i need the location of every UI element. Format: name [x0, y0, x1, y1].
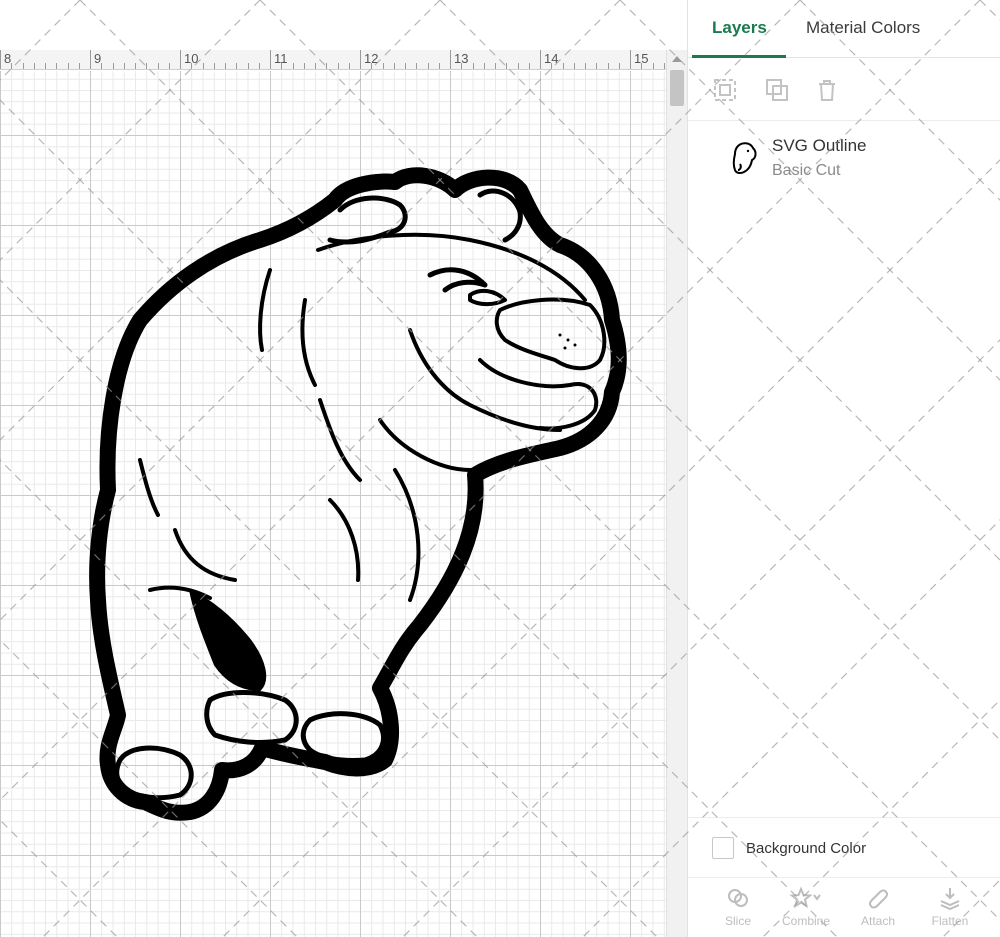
vertical-scrollbar[interactable]	[666, 50, 687, 937]
scroll-thumb[interactable]	[670, 70, 684, 106]
bulldog-artwork[interactable]	[0, 0, 687, 937]
background-color-label: Background Color	[746, 840, 867, 857]
artwork-fold	[318, 398, 362, 482]
layer-toolbar	[688, 59, 1000, 121]
artwork-paw	[300, 711, 386, 763]
artwork-spot	[566, 338, 570, 342]
artwork-brow	[427, 267, 488, 293]
artwork-ear	[477, 188, 523, 243]
flatten-icon	[940, 888, 960, 910]
combine-button[interactable]: Combine	[776, 886, 836, 936]
bottom-action-bar: Slice Combine Attach Flatten	[688, 877, 1000, 937]
artwork-fold	[138, 458, 160, 517]
attach-button[interactable]: Attach	[848, 886, 908, 936]
artwork-muzzle	[494, 297, 607, 371]
canvas-area[interactable]: 8 9 10 11 12 13 14 15	[0, 0, 687, 937]
scroll-up-arrow-icon[interactable]	[672, 56, 682, 62]
tab-layers[interactable]: Layers	[712, 18, 767, 38]
artwork-paw	[114, 745, 194, 801]
background-color-checkbox[interactable]	[712, 837, 734, 859]
layer-item[interactable]: SVG Outline Basic Cut	[688, 122, 1000, 192]
active-tab-indicator	[692, 55, 786, 58]
panel-tabs: Layers Material Colors	[688, 0, 1000, 58]
layers-panel: Layers Material Colors SVG Outline Basic…	[687, 0, 1000, 937]
attach-icon	[868, 889, 889, 909]
slice-button[interactable]: Slice	[708, 886, 768, 936]
artwork-spot	[563, 346, 567, 350]
duplicate-icon[interactable]	[764, 77, 790, 103]
artwork-shadow	[189, 589, 267, 691]
combine-icon	[789, 886, 821, 909]
delete-icon[interactable]	[814, 77, 840, 103]
artwork-fold	[300, 298, 317, 387]
bulldog-thumbnail-icon	[732, 142, 757, 175]
group-icon[interactable]	[712, 77, 738, 103]
artwork-fold	[393, 468, 421, 602]
artwork-cheek	[408, 328, 562, 432]
combine-label: Combine	[781, 914, 831, 928]
artwork-spot	[558, 333, 562, 337]
slice-label: Slice	[724, 914, 751, 928]
artwork-spot	[573, 343, 577, 347]
flatten-button[interactable]: Flatten	[920, 886, 980, 936]
layer-name: SVG Outline	[772, 136, 867, 155]
artwork-fold	[328, 498, 361, 582]
tab-material-colors[interactable]: Material Colors	[806, 18, 920, 38]
layer-operation: Basic Cut	[772, 162, 841, 179]
design-space-app: 8 9 10 11 12 13 14 15 Layers Material Co…	[0, 0, 1000, 937]
artwork-fold	[173, 528, 237, 582]
slice-icon	[728, 889, 748, 907]
attach-label: Attach	[860, 914, 896, 928]
artwork-neck	[378, 418, 472, 472]
artwork-eye	[468, 288, 507, 307]
background-color-row: Background Color	[688, 817, 1000, 877]
artwork-fold	[258, 268, 272, 352]
artwork-paw	[204, 690, 299, 745]
flatten-label: Flatten	[931, 914, 969, 928]
